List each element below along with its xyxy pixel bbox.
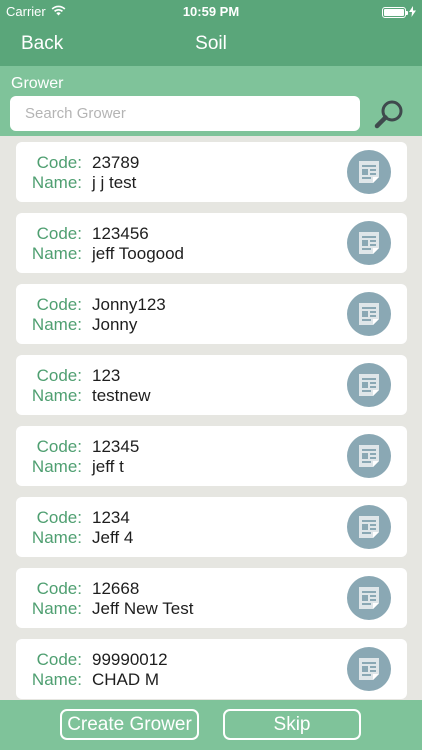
grower-list-item[interactable]: Code: Jonny123 Name: Jonny <box>16 284 407 344</box>
grower-name: Jonny <box>92 315 138 334</box>
grower-list-item[interactable]: Code: 12345 Name: jeff t <box>16 426 407 486</box>
document-icon[interactable] <box>347 221 391 265</box>
code-label: Code: <box>36 366 82 385</box>
grower-list: Code: 23789 Name: j j test Code: 123456 Name: j… <box>0 136 422 700</box>
name-label: Name: <box>31 173 82 192</box>
grower-list-item[interactable]: Code: 12668 Name: Jeff New Test <box>16 568 407 628</box>
grower-name: Jeff New Test <box>92 599 194 618</box>
code-label: Code: <box>36 153 82 172</box>
grower-list-item[interactable]: Code: 1234 Name: Jeff 4 <box>16 497 407 557</box>
name-label: Name: <box>31 457 82 476</box>
code-label: Code: <box>36 224 82 243</box>
search-icon[interactable] <box>372 98 406 132</box>
status-time: 10:59 PM <box>182 4 240 19</box>
charging-bolt-icon <box>409 5 416 20</box>
search-section: Grower <box>0 66 422 136</box>
document-icon[interactable] <box>347 150 391 194</box>
document-icon[interactable] <box>347 292 391 336</box>
name-label: Name: <box>31 599 82 618</box>
code-label: Code: <box>36 437 82 456</box>
grower-name: jeff Toogood <box>92 244 185 263</box>
code-label: Code: <box>36 579 82 598</box>
name-label: Name: <box>31 315 82 334</box>
grower-code: 99990012 <box>92 650 168 669</box>
code-label: Code: <box>36 508 82 527</box>
grower-name: Jeff 4 <box>92 528 134 547</box>
skip-button[interactable]: Skip <box>223 709 361 740</box>
name-label: Name: <box>31 386 82 405</box>
search-label: Grower <box>11 75 64 92</box>
document-icon[interactable] <box>347 363 391 407</box>
status-bar: Carrier 10:59 PM <box>0 0 422 22</box>
grower-code: 123456 <box>92 224 149 243</box>
name-label: Name: <box>31 244 82 263</box>
grower-code: 123 <box>92 366 121 385</box>
grower-code: 12668 <box>92 579 140 598</box>
bottom-bar: Create Grower Skip <box>0 700 422 750</box>
battery-icon <box>382 7 408 18</box>
grower-name: CHAD M <box>92 670 160 689</box>
navigation-bar: Back Soil <box>0 22 422 66</box>
search-input[interactable] <box>10 96 360 131</box>
name-label: Name: <box>31 528 82 547</box>
document-icon[interactable] <box>347 505 391 549</box>
app-screen: Carrier 10:59 PM Back Soil Grower Search… <box>0 0 422 750</box>
grower-name: testnew <box>92 386 151 405</box>
grower-list-item[interactable]: Code: 123 Name: testnew <box>16 355 407 415</box>
grower-list-item[interactable]: Code: 123456 Name: jeff Toogood <box>16 213 407 273</box>
grower-code: 23789 <box>92 153 140 172</box>
grower-list-item[interactable]: Code: 99990012 Name: CHAD M <box>16 639 407 699</box>
code-label: Code: <box>36 295 82 314</box>
document-icon[interactable] <box>347 576 391 620</box>
grower-code: 12345 <box>92 437 140 456</box>
name-label: Name: <box>31 670 82 689</box>
document-icon[interactable] <box>347 434 391 478</box>
page-title: Soil <box>195 33 227 54</box>
create-grower-button[interactable]: Create Grower <box>60 709 199 740</box>
grower-code: Jonny123 <box>92 295 166 314</box>
grower-name: j j test <box>92 173 137 192</box>
grower-name: jeff t <box>92 457 124 476</box>
status-right <box>382 5 416 20</box>
battery-level-fill <box>384 9 404 16</box>
code-label: Code: <box>36 650 82 669</box>
grower-code: 1234 <box>92 508 130 527</box>
document-icon[interactable] <box>347 647 391 691</box>
grower-list-item[interactable]: Code: 23789 Name: j j test <box>16 142 407 202</box>
